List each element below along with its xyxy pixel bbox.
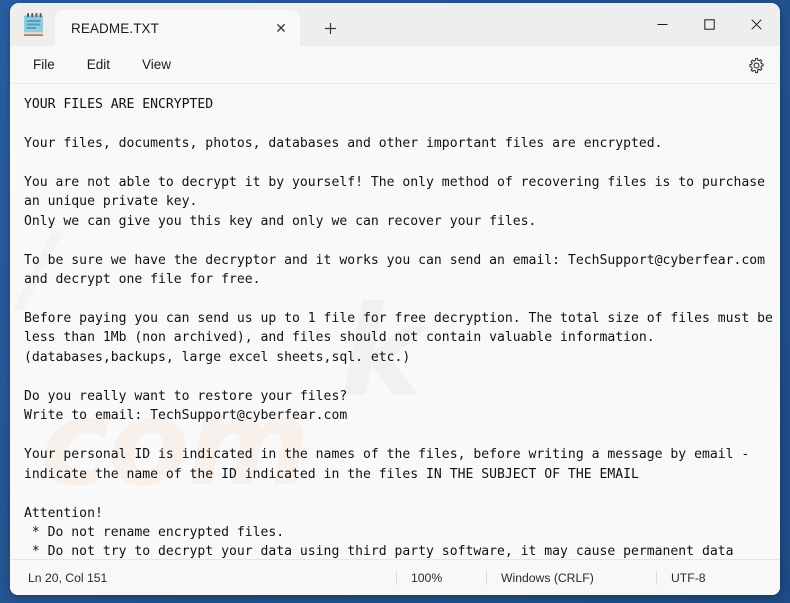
menu-item-edit[interactable]: Edit [76,52,121,77]
close-icon [751,19,762,30]
settings-button[interactable] [742,51,770,79]
text-editor-area[interactable]: / k com YOUR FILES ARE ENCRYPTED Your fi… [10,84,780,559]
tab-readme[interactable]: README.TXT ✕ [55,10,300,46]
close-window-button[interactable] [733,3,780,46]
document-body: YOUR FILES ARE ENCRYPTED Your files, doc… [24,97,773,559]
document-text[interactable]: YOUR FILES ARE ENCRYPTED Your files, doc… [10,84,780,559]
minimize-button[interactable] [639,3,686,46]
window-controls [639,3,780,46]
menu-bar: File Edit View [10,46,780,84]
status-encoding[interactable]: UTF-8 [656,570,720,585]
maximize-button[interactable] [686,3,733,46]
gear-icon [748,57,764,73]
tab-title: README.TXT [71,20,160,36]
notepad-icon [22,12,45,37]
status-zoom-level[interactable]: 100% [396,570,486,585]
status-cursor-position: Ln 20, Col 151 [28,570,108,585]
menu-item-view[interactable]: View [131,52,182,77]
minimize-icon [657,24,668,25]
status-line-ending[interactable]: Windows (CRLF) [486,570,656,585]
title-bar: README.TXT ✕ [10,3,780,46]
plus-icon [324,22,336,34]
menu-item-file[interactable]: File [22,52,66,77]
notepad-window: README.TXT ✕ File Edit View / k com YOUR… [10,3,780,595]
new-tab-icon[interactable] [315,13,345,43]
close-tab-icon[interactable]: ✕ [268,15,294,41]
maximize-icon [704,19,715,30]
status-bar: Ln 20, Col 151 100% Windows (CRLF) UTF-8 [10,559,780,595]
